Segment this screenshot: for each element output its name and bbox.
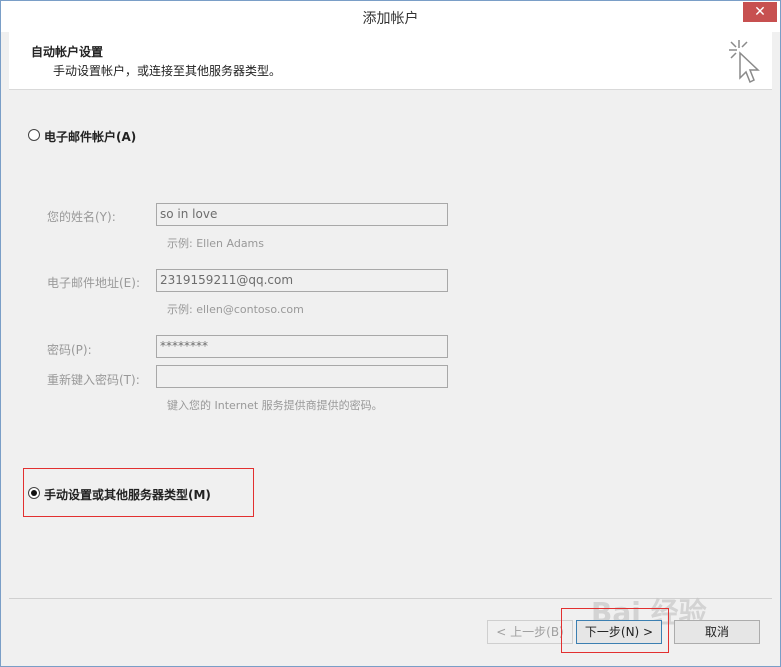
name-hint: 示例: Ellen Adams: [167, 237, 265, 250]
header-panel: 自动帐户设置 手动设置帐户，或连接至其他服务器类型。: [9, 32, 772, 90]
manual-setup-label[interactable]: 手动设置或其他服务器类型(M): [44, 486, 211, 503]
retype-password-label: 重新键入密码(T):: [47, 373, 140, 387]
password-field[interactable]: ********: [156, 335, 448, 358]
email-label: 电子邮件地址(E):: [47, 276, 140, 290]
email-hint: 示例: ellen@contoso.com: [167, 303, 304, 316]
manual-setup-radio[interactable]: [28, 487, 40, 499]
header-subtitle: 手动设置帐户，或连接至其他服务器类型。: [53, 64, 282, 78]
retype-password-field[interactable]: [156, 365, 448, 388]
next-highlight-box: [561, 608, 669, 653]
email-account-radio[interactable]: [28, 129, 40, 141]
email-field[interactable]: 2319159211@qq.com: [156, 269, 448, 292]
header-title: 自动帐户设置: [31, 45, 104, 59]
cancel-button[interactable]: 取消: [674, 620, 760, 644]
password-label: 密码(P):: [47, 343, 92, 357]
window-title: 添加帐户: [362, 11, 419, 27]
cursor-sparkle-icon: [729, 40, 760, 84]
name-label: 您的姓名(Y):: [47, 210, 116, 224]
email-account-label[interactable]: 电子邮件帐户(A): [44, 128, 136, 145]
content-panel: 电子邮件帐户(A) 您的姓名(Y): so in love 示例: Ellen …: [9, 90, 772, 598]
close-button[interactable]: ✕: [743, 2, 777, 22]
name-field[interactable]: so in love: [156, 203, 448, 226]
password-hint: 键入您的 Internet 服务提供商提供的密码。: [167, 399, 383, 412]
title-bar: 添加帐户 ✕: [1, 1, 780, 32]
add-account-dialog: 添加帐户 ✕ 自动帐户设置 手动设置帐户，或连接至其他服务器类型。 电子邮件帐户…: [0, 0, 781, 667]
